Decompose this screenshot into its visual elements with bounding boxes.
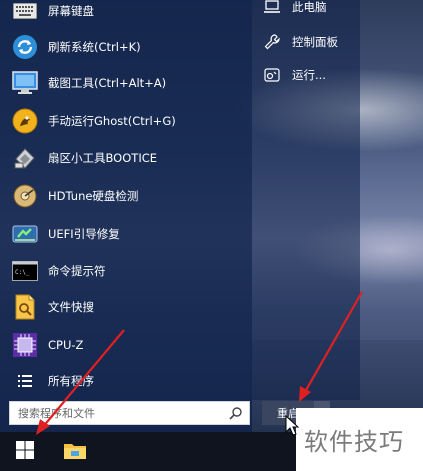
run-icon	[264, 67, 280, 83]
app-item-bootice[interactable]: 扇区小工具BOOTICE	[12, 143, 244, 173]
app-item-screenshot-tool[interactable]: 截图工具(Ctrl+Alt+A)	[12, 68, 244, 98]
app-label: 扇区小工具BOOTICE	[48, 151, 158, 165]
app-item-ghost[interactable]: 手动运行Ghost(Ctrl+G)	[12, 106, 244, 136]
cmd-icon: C:\_	[12, 258, 38, 284]
watermark: 软件技巧	[296, 408, 423, 471]
ghost-icon	[12, 108, 38, 134]
app-item-onscreen-keyboard[interactable]: 屏幕键盘	[12, 0, 244, 26]
app-item-hdtune[interactable]: HDTune硬盘检测	[12, 181, 244, 211]
all-programs-item[interactable]: 所有程序	[12, 366, 244, 396]
app-item-cpu-z[interactable]: CPU-Z	[12, 330, 244, 360]
run-item[interactable]: 运行...	[264, 64, 326, 86]
app-label: 刷新系统(Ctrl+K)	[48, 40, 141, 54]
all-programs-icon	[12, 368, 38, 394]
wrench-icon	[264, 34, 280, 50]
app-item-command-prompt[interactable]: C:\_ 命令提示符	[12, 256, 244, 286]
windows-logo-icon	[15, 440, 35, 463]
keyboard-icon	[12, 0, 38, 24]
app-label: 所有程序	[48, 374, 94, 388]
search-box[interactable]	[9, 401, 250, 425]
search-icon[interactable]	[229, 406, 243, 423]
start-menu-right-column	[252, 0, 360, 400]
refresh-system-icon	[12, 34, 38, 60]
uefi-repair-icon	[12, 221, 38, 247]
app-label: UEFI引导修复	[48, 227, 120, 241]
app-item-file-quickview[interactable]: 文件快搜	[12, 292, 244, 322]
search-input[interactable]	[16, 405, 220, 421]
computer-icon	[264, 0, 280, 15]
app-label: 命令提示符	[48, 264, 106, 278]
control-panel-item[interactable]: 控制面板	[264, 31, 338, 53]
right-item-label: 此电脑	[292, 0, 327, 14]
watermark-text: 软件技巧	[304, 428, 404, 456]
file-quickview-icon	[12, 294, 38, 320]
app-label: 手动运行Ghost(Ctrl+G)	[48, 114, 176, 128]
app-label: 屏幕键盘	[48, 4, 94, 18]
right-item-label: 运行...	[292, 68, 326, 82]
app-label: HDTune硬盘检测	[48, 189, 139, 203]
screenshot-tool-icon	[12, 70, 38, 96]
bootice-icon	[12, 145, 38, 171]
this-pc-item[interactable]: 此电脑	[264, 0, 327, 18]
app-label: 文件快搜	[48, 300, 94, 314]
right-item-label: 控制面板	[292, 35, 338, 49]
svg-text:C:\_: C:\_	[15, 269, 30, 276]
app-label: 截图工具(Ctrl+Alt+A)	[48, 76, 167, 90]
cpu-z-icon	[12, 332, 38, 358]
start-button[interactable]	[0, 432, 50, 471]
app-item-uefi-repair[interactable]: UEFI引导修复	[12, 219, 244, 249]
app-label: CPU-Z	[48, 338, 84, 352]
folder-icon	[63, 440, 87, 463]
app-item-refresh-system[interactable]: 刷新系统(Ctrl+K)	[12, 32, 244, 62]
taskbar-file-explorer-button[interactable]	[52, 432, 98, 471]
hdtune-icon	[12, 183, 38, 209]
